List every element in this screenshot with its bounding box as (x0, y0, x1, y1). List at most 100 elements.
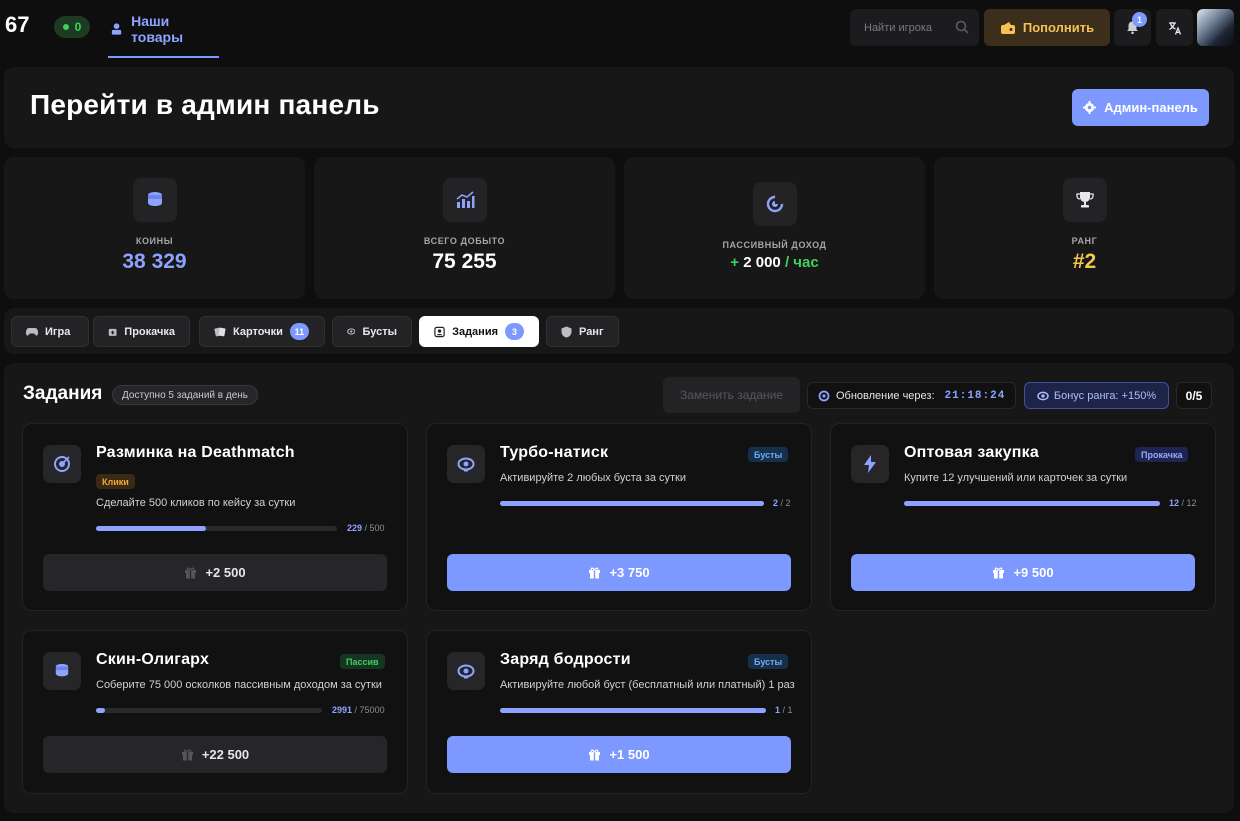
task-progress-fill (500, 501, 764, 506)
rank-bonus-badge: Бонус ранга: +150% (1024, 382, 1169, 409)
tab-label: Прокачка (124, 325, 175, 338)
task-progress-bar (500, 501, 764, 506)
income-icon (752, 182, 797, 226)
task-description: Сделайте 500 кликов по кейсу за сутки (96, 497, 296, 509)
notifications-button[interactable]: 1 (1114, 9, 1151, 46)
task-progress-bar (96, 526, 337, 531)
stat-value-suffix: / час (784, 254, 819, 271)
admin-panel-card: Перейти в админ панель Админ-панель (4, 67, 1234, 148)
online-dot-icon (62, 24, 69, 30)
claim-reward-button[interactable]: +2 500 (43, 554, 387, 591)
wallet-icon (1000, 21, 1015, 34)
reward-amount: +2 500 (205, 565, 246, 580)
task-card: Турбо-натиск Бусты Активируйте 2 любых б… (426, 423, 812, 611)
task-progress-bar (500, 708, 766, 713)
progress-total: / 2 (780, 498, 791, 508)
player-search[interactable] (850, 9, 979, 46)
progress-current: 12 (1169, 498, 1180, 508)
stat-label: КОИНЫ (135, 236, 174, 246)
admin-panel-button[interactable]: Админ-панель (1072, 89, 1209, 126)
task-card: Разминка на Deathmatch Клики Сделайте 50… (22, 423, 408, 611)
tab-cards[interactable]: Карточки 11 (199, 316, 325, 347)
progress-current: 2 (773, 498, 779, 508)
boost-icon (447, 652, 485, 690)
progress-total: / 75000 (354, 705, 385, 715)
task-tag: Прокачка (1135, 447, 1189, 462)
online-count: 0 (74, 20, 82, 34)
stat-card-total-mined: ВСЕГО ДОБЫТО 75 255 (314, 157, 615, 299)
upgrade-icon (108, 328, 117, 336)
progress-total: / 1 (782, 705, 793, 715)
tasks-title: Задания (23, 383, 103, 404)
task-description: Соберите 75 000 осколков пассивным доход… (96, 679, 382, 691)
tasks-icon (434, 326, 445, 337)
tab-tasks[interactable]: Задания 3 (419, 316, 539, 347)
boost-icon (347, 328, 356, 335)
completed-count: 0/5 (1176, 382, 1212, 409)
topup-label: Пополнить (1022, 20, 1095, 35)
top-bar: 67 0 Наши товары Пополнить 1 (0, 0, 1240, 58)
task-progress-text: 1 / 1 (775, 705, 793, 715)
boost-icon (447, 445, 485, 483)
chart-icon (442, 178, 487, 222)
task-tag: Клики (96, 474, 135, 489)
daily-limit-badge: Доступно 5 заданий в день (112, 385, 258, 405)
gift-icon (185, 567, 197, 579)
topup-button[interactable]: Пополнить (984, 9, 1110, 46)
task-progress-bar (96, 708, 322, 713)
nav-tab-our-products[interactable]: Наши товары (108, 0, 219, 58)
stat-value-number: 2 000 (743, 254, 781, 271)
merchant-icon (111, 23, 122, 35)
tab-rank[interactable]: Ранг (546, 316, 619, 347)
admin-panel-button-label: Админ-панель (1104, 100, 1198, 115)
stat-label: РАНГ (1071, 236, 1098, 246)
stat-value-passive: + 2 000 / час (624, 254, 925, 271)
logo[interactable]: 67 (5, 12, 29, 38)
tab-upgrade[interactable]: Прокачка (93, 316, 190, 347)
tab-game[interactable]: Игра (11, 316, 89, 347)
task-title: Заряд бодрости (500, 651, 631, 668)
task-title: Турбо-натиск (500, 444, 609, 461)
stat-card-coins: КОИНЫ 38 329 (4, 157, 305, 299)
task-title: Оптовая закупка (904, 444, 1039, 461)
reward-amount: +3 750 (609, 565, 650, 580)
admin-panel-title: Перейти в админ панель (30, 89, 380, 120)
task-tag: Пассив (340, 654, 385, 669)
task-description: Активируйте 2 любых буста за сутки (500, 472, 687, 484)
search-input[interactable] (864, 21, 954, 34)
task-card: Оптовая закупка Прокачка Купите 12 улучш… (830, 423, 1216, 611)
task-description: Активируйте любой буст (бесплатный или п… (500, 679, 795, 691)
claim-reward-button[interactable]: +3 750 (447, 554, 791, 591)
tab-boosts[interactable]: Бусты (332, 316, 412, 347)
search-icon (955, 20, 969, 34)
stat-value-coins: 38 329 (122, 250, 187, 273)
task-progress-text: 2991 / 75000 (332, 705, 385, 715)
gift-icon (589, 749, 601, 761)
claim-reward-button[interactable]: +1 500 (447, 736, 791, 773)
tab-label: Задания (452, 325, 498, 338)
notifications-badge: 1 (1132, 12, 1147, 27)
tab-count-badge: 11 (289, 323, 309, 340)
rank-icon (561, 326, 572, 337)
claim-reward-button[interactable]: +22 500 (43, 736, 387, 773)
replace-task-button[interactable]: Заменить задание (663, 377, 800, 413)
user-avatar[interactable] (1197, 9, 1234, 46)
cards-icon (214, 327, 226, 336)
stat-label: ПАССИВНЫЙ ДОХОД (722, 240, 827, 250)
stat-label: ВСЕГО ДОБЫТО (423, 236, 506, 246)
section-tabs: Игра Прокачка Карточки 11 Бусты Задания … (4, 308, 1234, 354)
stat-value-prefix: + (730, 254, 740, 271)
task-description: Купите 12 улучшений или карточек за сутк… (904, 472, 1128, 484)
task-progress-fill (500, 708, 766, 713)
refresh-timer: Обновление через: 21:18:24 (807, 382, 1016, 409)
task-card: Скин-Олигарх Пассив Соберите 75 000 оско… (22, 630, 408, 794)
language-button[interactable] (1156, 9, 1193, 46)
coins-icon (43, 652, 81, 690)
reward-amount: +9 500 (1013, 565, 1054, 580)
claim-reward-button[interactable]: +9 500 (851, 554, 1195, 591)
online-counter: 0 (54, 16, 90, 38)
tab-label: Карточки (233, 325, 283, 338)
task-progress-fill (96, 526, 207, 531)
coins-icon (132, 178, 177, 222)
nav-tab-label: Наши товары (131, 13, 184, 45)
